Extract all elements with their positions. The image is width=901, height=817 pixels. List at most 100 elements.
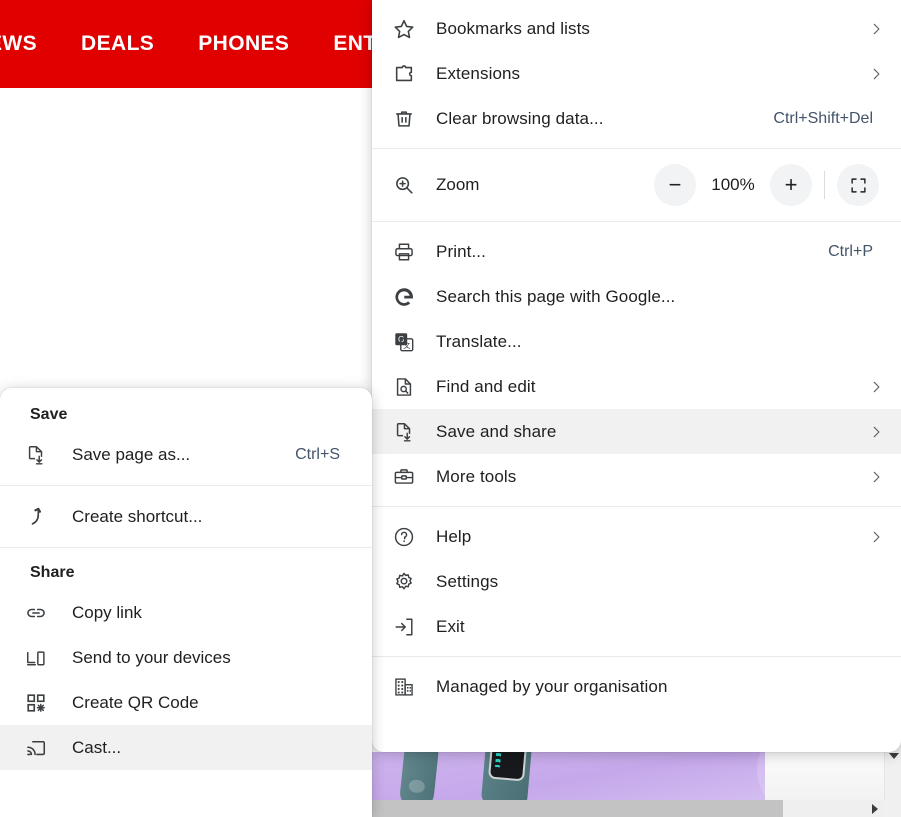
chevron-right-icon[interactable] <box>866 800 883 817</box>
submenu-item-create-qr-code[interactable]: Create QR Code <box>0 680 372 725</box>
submenu-item-copy-link[interactable]: Copy link <box>0 590 372 635</box>
menu-item-label: Print... <box>436 241 486 261</box>
chevron-right-icon <box>861 380 883 394</box>
exit-icon <box>372 616 436 638</box>
google-g-icon <box>372 286 436 308</box>
translate-icon: G 文 <box>372 331 436 353</box>
menu-item-label: Search this page with Google... <box>436 286 676 306</box>
submenu-section-header-save: Save <box>30 406 68 423</box>
toolbox-icon <box>372 466 436 488</box>
submenu-item-cast[interactable]: Cast... <box>0 725 372 770</box>
building-icon <box>372 676 436 698</box>
menu-item-label: Help <box>436 526 472 546</box>
menu-row-zoom: Zoom − 100% + <box>372 156 901 214</box>
star-outline-icon <box>372 18 436 40</box>
zoom-divider <box>824 171 825 199</box>
menu-item-label: More tools <box>436 466 517 486</box>
trash-icon <box>372 108 436 130</box>
promo-white-panel <box>765 752 889 802</box>
menu-item-shortcut: Ctrl+P <box>828 242 873 260</box>
extensions-puzzle-icon <box>372 63 436 85</box>
qr-code-icon <box>0 692 72 714</box>
menu-item-label: Settings <box>436 571 499 591</box>
menu-item-search-page-with-google[interactable]: Search this page with Google... <box>372 274 901 319</box>
submenu-section-header-share: Share <box>30 564 75 581</box>
fitness-tracker-image: 120 <box>480 752 536 802</box>
submenu-item-shortcut: Ctrl+S <box>295 445 340 463</box>
menu-separator <box>372 656 901 657</box>
save-share-icon <box>372 421 436 443</box>
find-page-icon <box>372 376 436 398</box>
chevron-right-icon <box>861 530 883 544</box>
save-and-share-submenu: Save Save page as... Ctrl+S Create short… <box>0 388 372 817</box>
printer-icon <box>372 241 436 263</box>
nav-link-deals[interactable]: DEALS <box>81 32 154 56</box>
submenu-item-save-page-as[interactable]: Save page as... Ctrl+S <box>0 432 372 477</box>
menu-item-more-tools[interactable]: More tools <box>372 454 901 499</box>
menu-item-label: Exit <box>436 616 465 636</box>
menu-item-find-and-edit[interactable]: Find and edit <box>372 364 901 409</box>
promo-banner[interactable]: 120 <box>372 752 889 802</box>
submenu-item-label: Cast... <box>72 737 122 757</box>
svg-text:文: 文 <box>403 341 411 350</box>
menu-item-label: Translate... <box>436 331 522 351</box>
submenu-item-label: Send to your devices <box>72 647 231 667</box>
menu-item-exit[interactable]: Exit <box>372 604 901 649</box>
menu-item-save-and-share[interactable]: Save and share <box>372 409 901 454</box>
submenu-item-send-to-your-devices[interactable]: Send to your devices <box>0 635 372 680</box>
devices-icon <box>0 647 72 669</box>
submenu-item-label: Create shortcut... <box>72 506 203 526</box>
zoom-in-button[interactable]: + <box>770 164 812 206</box>
screen: EWS DEALS PHONES ENTERTA 120 <box>0 0 901 817</box>
menu-item-clear-browsing-data[interactable]: Clear browsing data... Ctrl+Shift+Del <box>372 96 901 141</box>
zoom-in-magnifier-icon <box>372 174 436 196</box>
menu-item-bookmarks-and-lists[interactable]: Bookmarks and lists <box>372 6 901 51</box>
menu-item-print[interactable]: Print... Ctrl+P <box>372 229 901 274</box>
fullscreen-icon <box>850 177 867 194</box>
menu-item-help[interactable]: Help <box>372 514 901 559</box>
submenu-separator <box>0 547 372 548</box>
menu-item-label: Managed by your organisation <box>436 676 668 696</box>
submenu-item-label: Save page as... <box>72 444 191 464</box>
submenu-item-label: Copy link <box>72 602 142 622</box>
menu-item-label: Bookmarks and lists <box>436 18 591 38</box>
menu-item-shortcut: Ctrl+Shift+Del <box>773 109 873 127</box>
chevron-right-icon <box>861 67 883 81</box>
menu-item-managed-by-organisation[interactable]: Managed by your organisation <box>372 664 901 709</box>
menu-item-label: Save and share <box>436 421 557 441</box>
submenu-separator <box>0 485 372 486</box>
link-icon <box>0 602 72 624</box>
menu-separator <box>372 221 901 222</box>
submenu-item-label: Create QR Code <box>72 692 199 712</box>
fullscreen-button[interactable] <box>837 164 879 206</box>
menu-item-label: Extensions <box>436 63 521 83</box>
menu-separator <box>372 148 901 149</box>
scrollbar-corner <box>884 800 901 817</box>
strap-hole <box>408 779 426 794</box>
zoom-label: Zoom <box>436 175 480 194</box>
menu-separator <box>372 506 901 507</box>
gear-icon <box>372 571 436 593</box>
zoom-controls: − 100% + <box>654 164 879 206</box>
menu-item-label: Clear browsing data... <box>436 108 604 128</box>
chevron-right-icon <box>861 22 883 36</box>
save-page-icon <box>0 444 72 466</box>
create-shortcut-icon <box>0 506 72 528</box>
menu-item-translate[interactable]: G 文 Translate... <box>372 319 901 364</box>
tracker-screen: 120 <box>487 752 528 782</box>
nav-link-news[interactable]: EWS <box>0 32 37 56</box>
chevron-right-icon <box>861 470 883 484</box>
submenu-item-create-shortcut[interactable]: Create shortcut... <box>0 494 372 539</box>
watch-strap-left <box>398 752 440 802</box>
menu-item-label: Find and edit <box>436 376 536 396</box>
chrome-main-menu: Bookmarks and lists Extensions Clear bro… <box>372 0 901 752</box>
nav-link-phones[interactable]: PHONES <box>198 32 289 56</box>
chevron-right-icon <box>861 425 883 439</box>
zoom-out-button[interactable]: − <box>654 164 696 206</box>
tracker-bars-icon <box>494 752 503 768</box>
menu-item-settings[interactable]: Settings <box>372 559 901 604</box>
cast-icon <box>0 737 72 759</box>
zoom-level-value: 100% <box>711 175 755 194</box>
menu-item-extensions[interactable]: Extensions <box>372 51 901 96</box>
help-circle-icon <box>372 526 436 548</box>
